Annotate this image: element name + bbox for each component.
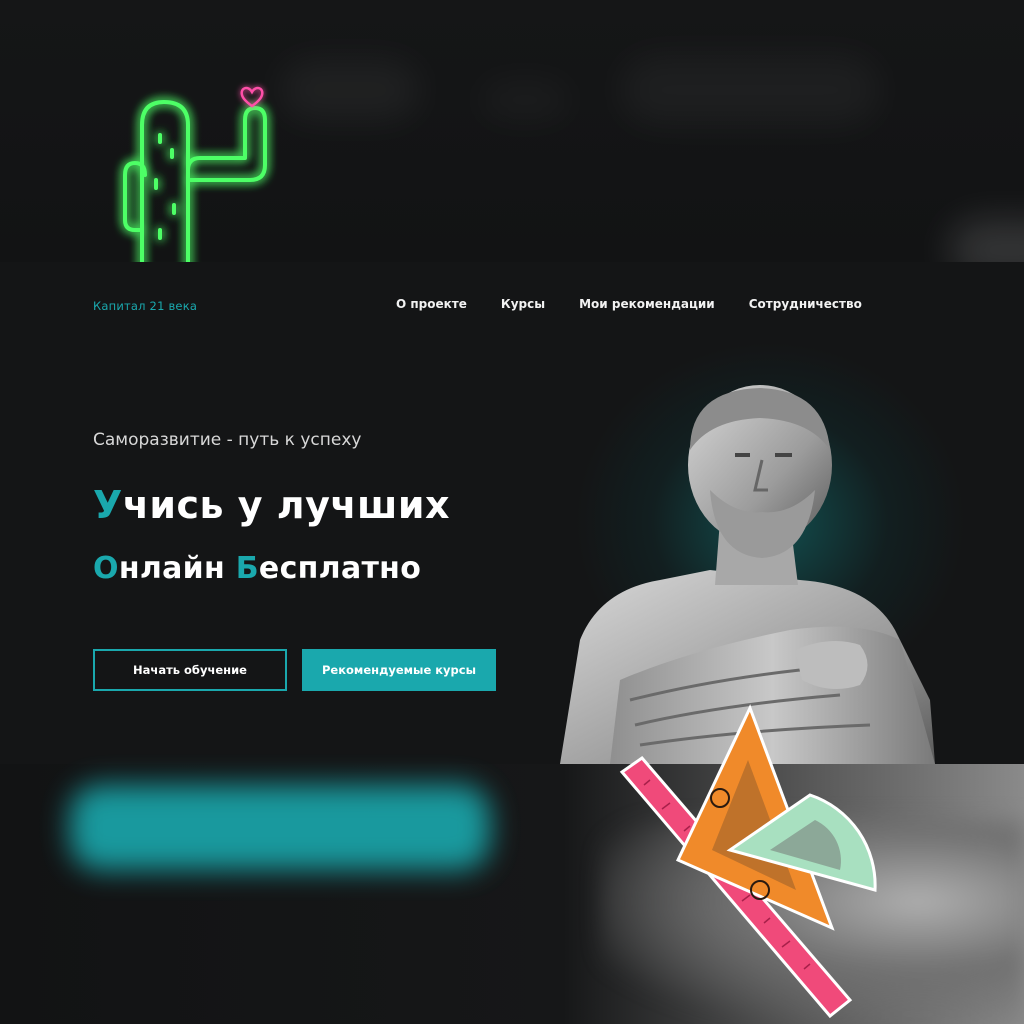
hero-headline: Учись у лучших <box>93 483 450 527</box>
subheadline-accent-letter-1: О <box>93 551 119 586</box>
headline-accent-letter: У <box>93 483 123 527</box>
nav-item-recommendations[interactable]: Мои рекомендации <box>579 297 715 311</box>
subheadline-word-1: нлайн <box>118 551 236 586</box>
recommended-courses-button[interactable]: Рекомендуемые курсы <box>302 649 496 691</box>
ruler-triangle-protractor-stickers <box>619 704 877 1019</box>
blur-blob <box>280 60 420 120</box>
nav-item-cooperation[interactable]: Сотрудничество <box>749 297 862 311</box>
blur-blob <box>620 55 880 125</box>
brand-name[interactable]: Капитал 21 века <box>93 299 197 313</box>
blur-blob <box>480 80 570 120</box>
main-nav: О проекте Курсы Мои рекомендации Сотрудн… <box>396 297 862 311</box>
neon-cactus-logo-icon <box>123 86 267 277</box>
hero-tagline: Саморазвитие - путь к успеху <box>93 430 362 450</box>
nav-item-about[interactable]: О проекте <box>396 297 467 311</box>
nav-item-courses[interactable]: Курсы <box>501 297 545 311</box>
headline-text: чись у лучших <box>122 483 450 527</box>
subheadline-word-2: есплатно <box>258 551 422 586</box>
subheadline-accent-letter-2: Б <box>235 551 259 586</box>
hero-subheadline: Онлайн Бесплатно <box>93 551 421 586</box>
screenshot-canvas: Капитал 21 века О проекте Курсы Мои реко… <box>0 0 1024 1024</box>
heart-icon <box>240 86 264 108</box>
blurred-teal-button <box>70 785 490 870</box>
start-learning-button[interactable]: Начать обучение <box>93 649 287 691</box>
